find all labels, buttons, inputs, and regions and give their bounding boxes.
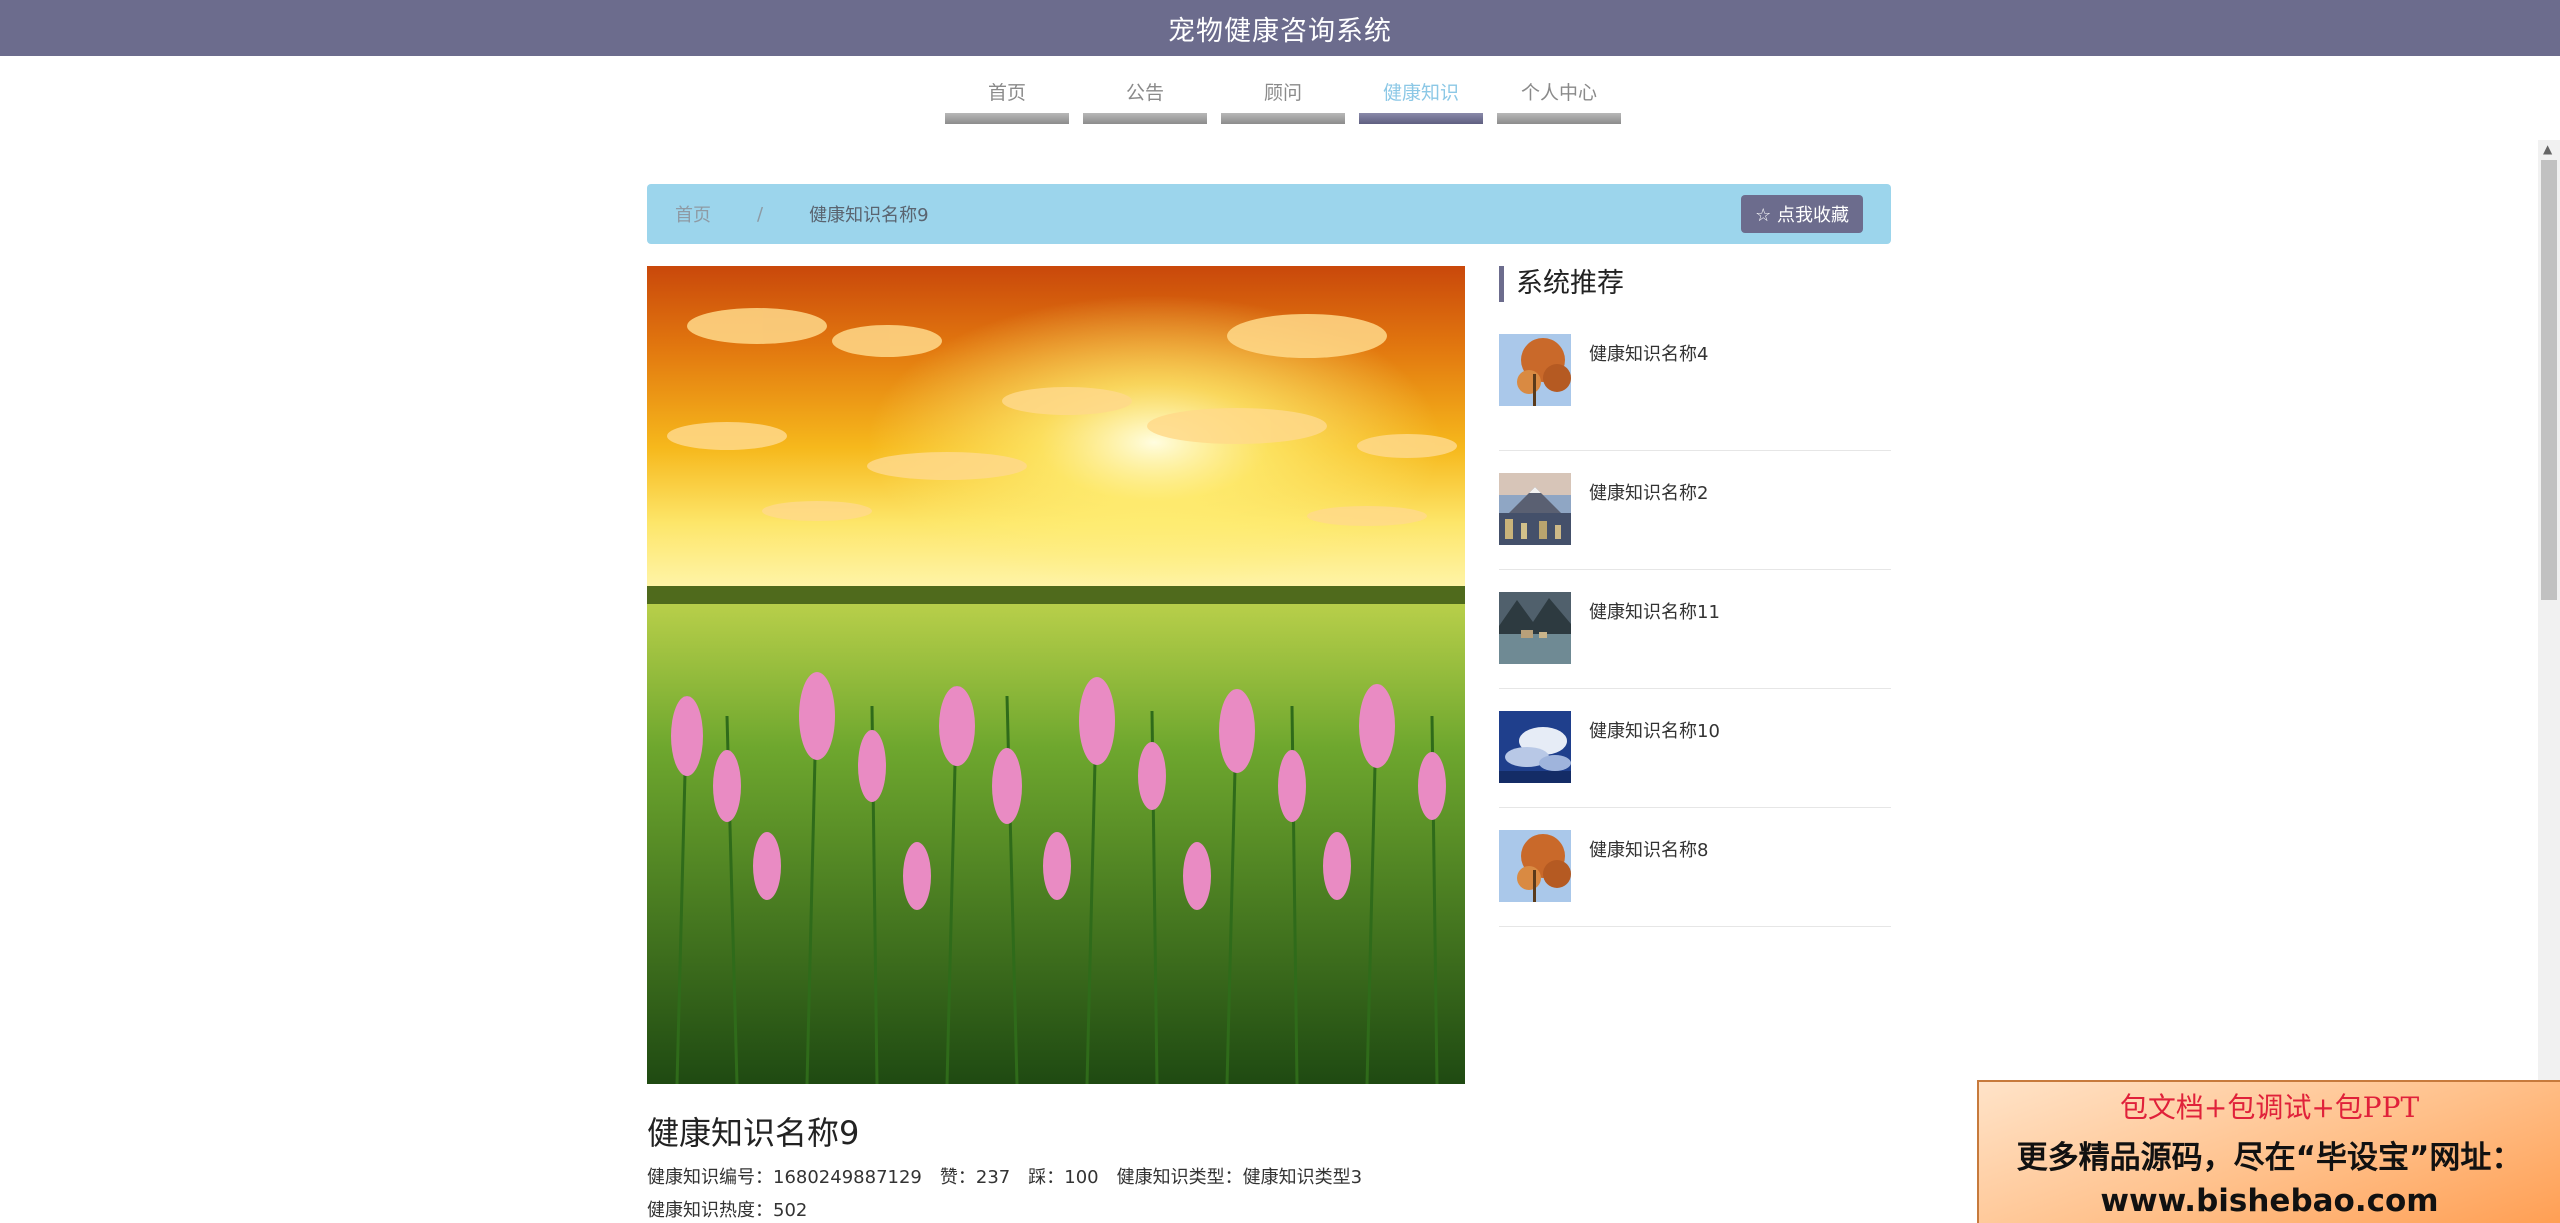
nav-label: 公告 — [1125, 82, 1164, 104]
nav-label: 顾问 — [1263, 82, 1302, 104]
recommend-item[interactable]: 健康知识名称8 — [1499, 808, 1891, 927]
like-label: 赞： — [939, 1167, 976, 1188]
recommend-list: 健康知识名称4 健康知识名称2 健康知识名称11 健康知识名称10 健康知识名称… — [1499, 332, 1891, 927]
knowledge-main-image — [647, 266, 1465, 1084]
recommend-item[interactable]: 健康知识名称11 — [1499, 570, 1891, 689]
nav-label: 个人中心 — [1520, 82, 1597, 104]
recommend-thumbnail — [1499, 334, 1571, 406]
breadcrumb-current: 健康知识名称9 — [809, 205, 929, 226]
recommend-item[interactable]: 健康知识名称2 — [1499, 451, 1891, 570]
recommend-thumbnail — [1499, 711, 1571, 783]
page: 宠物健康咨询系统 首页 公告 顾问 健康知识 个人中心 首页 / 健康知识名称9… — [0, 0, 2560, 1223]
breadcrumb-separator: / — [757, 203, 764, 225]
main-nav: 首页 公告 顾问 健康知识 个人中心 — [945, 80, 1621, 124]
nav-item-home[interactable]: 首页 — [945, 80, 1069, 124]
ad-line-1: 包文档+包调试+包PPT — [2119, 1091, 2420, 1124]
breadcrumb-home-link[interactable]: 首页 — [675, 201, 711, 227]
breadcrumb: 首页 / 健康知识名称9 ☆ 点我收藏 — [647, 184, 1891, 244]
nav-label: 首页 — [987, 82, 1026, 104]
type-label: 健康知识类型： — [1116, 1167, 1243, 1188]
recommend-title: 健康知识名称10 — [1589, 721, 1720, 742]
recommend-item[interactable]: 健康知识名称10 — [1499, 689, 1891, 808]
recommend-title: 健康知识名称8 — [1589, 840, 1709, 861]
knowledge-meta-line: 健康知识编号：1680249887129 赞：237 踩：100 健康知识类型：健康知… — [647, 1163, 1362, 1189]
ad-line-3: www.bishebao.com — [2100, 1183, 2439, 1219]
heat-value: 502 — [773, 1200, 808, 1221]
recommend-thumbnail — [1499, 830, 1571, 902]
site-title: 宠物健康咨询系统 — [1168, 15, 1392, 47]
knowledge-title: 健康知识名称9 — [647, 1114, 860, 1152]
dislike-value: 100 — [1064, 1167, 1099, 1188]
recommend-title: 健康知识名称4 — [1589, 344, 1709, 365]
nav-item-consultant[interactable]: 顾问 — [1221, 80, 1345, 124]
top-bar: 宠物健康咨询系统 — [0, 0, 2560, 56]
scrollbar-thumb[interactable] — [2541, 160, 2557, 600]
nav-item-announcement[interactable]: 公告 — [1083, 80, 1207, 124]
type-value: 健康知识类型3 — [1242, 1167, 1363, 1188]
recommend-thumbnail — [1499, 473, 1571, 545]
scroll-up-arrow-icon[interactable]: ▲ — [2543, 142, 2552, 156]
code-label: 健康知识编号： — [647, 1167, 773, 1188]
recommend-sidebar: 系统推荐 健康知识名称4 健康知识名称2 健康知识名称11 健康知识名称10 健… — [1499, 266, 1891, 927]
code-value: 1680249887129 — [773, 1167, 922, 1188]
nav-item-health-knowledge[interactable]: 健康知识 — [1359, 80, 1483, 124]
recommend-item[interactable]: 健康知识名称4 — [1499, 332, 1891, 451]
nav-label: 健康知识 — [1382, 82, 1459, 104]
knowledge-heat-line: 健康知识热度：502 — [647, 1196, 807, 1222]
recommend-thumbnail — [1499, 592, 1571, 664]
recommend-title: 健康知识名称11 — [1589, 602, 1720, 623]
like-value: 237 — [975, 1167, 1011, 1188]
heat-label: 健康知识热度： — [647, 1200, 773, 1221]
recommend-heading: 系统推荐 — [1499, 266, 1891, 302]
nav-item-personal-center[interactable]: 个人中心 — [1497, 80, 1621, 124]
recommend-title: 健康知识名称2 — [1589, 483, 1709, 504]
favorite-button-label: ☆ 点我收藏 — [1755, 205, 1849, 226]
dislike-label: 踩： — [1028, 1167, 1065, 1188]
ad-line-2: 更多精品源码，尽在“毕设宝”网址： — [2016, 1140, 2523, 1176]
favorite-button[interactable]: ☆ 点我收藏 — [1741, 195, 1863, 233]
ad-banner[interactable]: 包文档+包调试+包PPT 更多精品源码，尽在“毕设宝”网址： www.bishe… — [1977, 1080, 2560, 1223]
